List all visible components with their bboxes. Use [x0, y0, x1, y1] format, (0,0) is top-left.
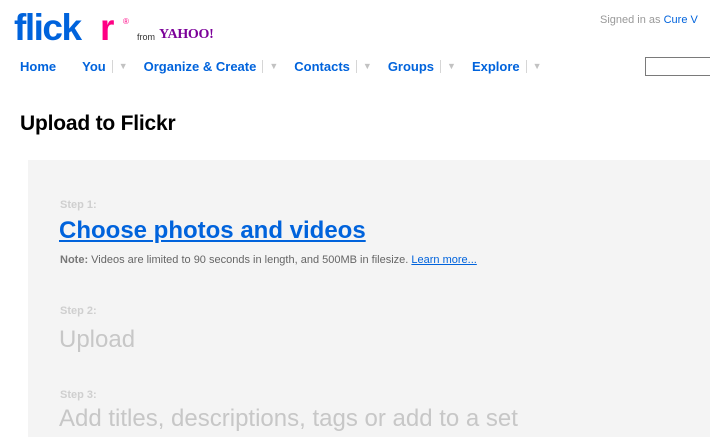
upload-note: Note: Videos are limited to 90 seconds i…	[60, 254, 477, 266]
search-input[interactable]	[645, 57, 710, 76]
signed-in-prefix: Signed in as	[600, 14, 661, 26]
chevron-down-icon[interactable]: ▼	[533, 61, 542, 71]
step-2-title: Upload	[59, 326, 136, 353]
signed-in-status: Signed in as Cure V	[600, 14, 698, 26]
flickr-upload-page: flick r ® from YAHOO! Signed in as Cure …	[0, 0, 710, 437]
page-title: Upload to Flickr	[20, 112, 176, 135]
step-3-title: Add titles, descriptions, tags or add to…	[59, 405, 518, 432]
nav-label: You	[82, 58, 106, 74]
nav-item-home[interactable]: Home	[20, 59, 56, 74]
logo-from-text: from	[137, 32, 155, 42]
chevron-down-icon[interactable]: ▼	[447, 61, 456, 71]
logo-r-text: r	[100, 7, 114, 48]
step-1-label: Step 1:	[60, 199, 97, 211]
nav-divider	[111, 59, 113, 73]
chevron-down-icon[interactable]: ▼	[363, 61, 372, 71]
step-2-label: Step 2:	[60, 305, 97, 317]
nav-divider	[262, 59, 264, 73]
nav-divider	[440, 59, 442, 73]
nav-divider	[355, 59, 357, 73]
nav-label: Contacts	[294, 58, 350, 74]
note-prefix: Note:	[60, 254, 89, 266]
signed-in-user-link[interactable]: Cure V	[664, 14, 698, 26]
nav-label: Explore	[471, 58, 520, 74]
nav-label: Home	[20, 58, 57, 74]
yahoo-logo-text: YAHOO!	[159, 27, 214, 42]
nav-item-contacts[interactable]: Contacts ▼	[294, 59, 372, 74]
chevron-down-icon[interactable]: ▼	[119, 61, 128, 71]
logo-flick-text: flick	[14, 7, 82, 48]
nav-item-organize-create[interactable]: Organize & Create ▼	[144, 59, 279, 74]
main-nav: Home You ▼ Organize & Create ▼ Contacts …	[20, 57, 542, 75]
nav-label: Organize & Create	[143, 58, 257, 74]
nav-item-explore[interactable]: Explore ▼	[472, 59, 542, 74]
upload-steps-panel	[28, 160, 710, 437]
nav-item-groups[interactable]: Groups ▼	[388, 59, 456, 74]
chevron-down-icon[interactable]: ▼	[269, 61, 278, 71]
step-3-label: Step 3:	[60, 389, 97, 401]
nav-divider	[525, 59, 527, 73]
registered-mark: ®	[123, 17, 129, 26]
nav-label: Groups	[387, 58, 435, 74]
learn-more-link[interactable]: Learn more...	[411, 254, 476, 266]
note-text: Videos are limited to 90 seconds in leng…	[91, 254, 409, 266]
nav-item-you[interactable]: You ▼	[82, 59, 128, 74]
choose-photos-link[interactable]: Choose photos and videos	[59, 217, 366, 245]
